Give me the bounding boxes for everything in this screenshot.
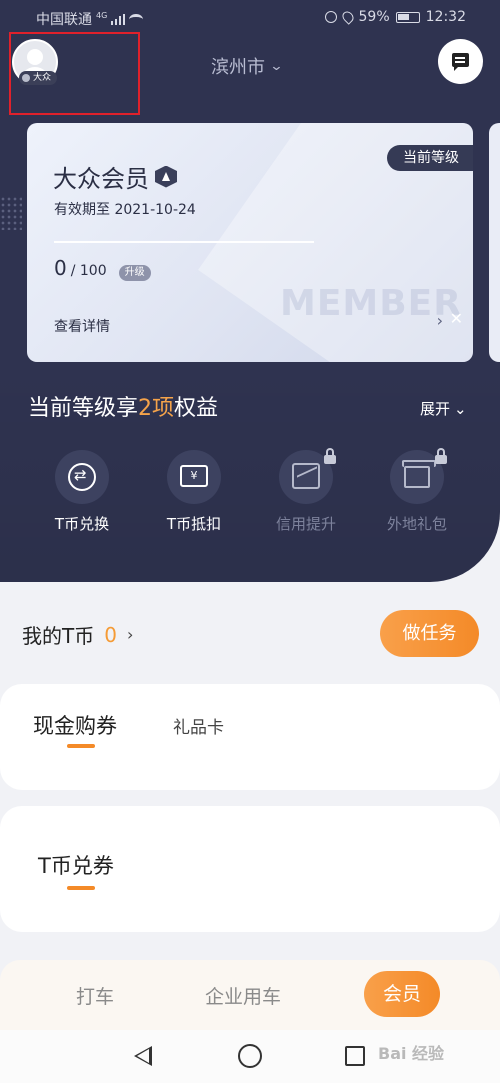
member-card[interactable]: 当前等级 大众会员 有效期至 2021-10-24 0 / 100 升级 MEM…: [27, 123, 473, 362]
exchange-icon: [68, 463, 96, 491]
tcoin-exchange-section: T币兑券: [0, 806, 500, 932]
benefit-icon-circle: [279, 448, 336, 504]
benefit-tcoin-deduct[interactable]: ¥ T币抵扣: [139, 450, 249, 534]
close-icon: ✕: [449, 309, 463, 328]
chevron-down-icon: ⌄: [454, 399, 467, 418]
nav-item-taxi[interactable]: 打车: [76, 982, 114, 1009]
benefit-travel-gift[interactable]: 外地礼包: [362, 448, 472, 534]
location-icon: [339, 9, 356, 25]
recent-apps-icon[interactable]: [345, 1046, 365, 1066]
points-current: 0: [54, 256, 67, 280]
battery-percent: 59%: [358, 9, 390, 25]
active-tab-indicator: [67, 744, 95, 748]
section-title: T币兑券: [38, 854, 114, 878]
decorative-dots: [0, 196, 22, 230]
benefit-icon-circle: [390, 448, 447, 504]
do-task-button[interactable]: 做任务: [380, 610, 479, 657]
tab-gift-card[interactable]: 礼品卡: [173, 713, 224, 738]
card-watermark: MEMBER: [280, 283, 462, 324]
benefit-icon-circle: ¥: [167, 450, 221, 504]
status-bar: 中国联通 4G 59% 12:32: [0, 0, 500, 34]
tcoin-amount: 0: [104, 622, 117, 647]
nav-item-enterprise[interactable]: 企业用车: [205, 982, 281, 1009]
tab-cash-coupon[interactable]: 现金购券: [33, 710, 117, 740]
benefits-heading-prefix: 当前等级享: [28, 396, 139, 421]
level-icon: [155, 165, 177, 188]
benefit-credit-upgrade[interactable]: 信用提升: [251, 448, 361, 534]
lock-icon: [323, 448, 337, 464]
benefit-icon-circle: [55, 450, 109, 504]
message-icon: [452, 53, 469, 71]
battery-icon: [395, 11, 420, 23]
ticket-icon: ¥: [180, 465, 208, 487]
points-display: 0 / 100 升级: [54, 256, 151, 281]
coupon-tabs-section: 现金购券 礼品卡: [0, 684, 500, 790]
chevron-down-icon: ⌄: [269, 58, 284, 74]
chevron-right-icon: ›: [126, 625, 134, 644]
benefits-list: T币兑换 ¥ T币抵扣 信用提升 外地礼包: [0, 448, 500, 540]
clock-time: 12:32: [425, 9, 466, 25]
points-total: / 100: [70, 263, 107, 279]
benefit-label: 外地礼包: [386, 515, 447, 533]
nav-item-member[interactable]: 会员: [364, 971, 440, 1017]
message-button[interactable]: [438, 39, 483, 84]
carrier-text: 中国联通: [36, 12, 92, 28]
avatar-level-tag: 大众: [19, 71, 58, 85]
expand-label: 展开: [420, 400, 451, 418]
signal-icon: [111, 13, 126, 25]
current-level-badge: 当前等级: [387, 145, 473, 171]
view-details-link[interactable]: 查看详情: [54, 316, 110, 336]
wifi-icon: [129, 13, 144, 25]
upgrade-badge[interactable]: 升级: [118, 265, 151, 281]
level-progress-bar: [54, 241, 314, 243]
benefits-heading-suffix: 权益: [174, 396, 219, 421]
lock-icon: [434, 448, 448, 464]
expand-benefits-button[interactable]: 展开 ⌄: [420, 398, 467, 419]
benefit-label: T币兑换: [54, 515, 110, 533]
chart-icon: [292, 463, 320, 489]
alarm-icon: [324, 11, 337, 23]
benefit-label: 信用提升: [275, 515, 336, 533]
baidu-watermark: Bai 经验: [378, 1044, 445, 1063]
avatar-head-icon: [27, 49, 43, 65]
home-icon[interactable]: [238, 1044, 262, 1068]
network-type: 4G: [96, 10, 108, 20]
benefit-label: T币抵扣: [166, 515, 222, 533]
city-selector[interactable]: 滨州市 ⌄: [211, 53, 284, 79]
city-name: 滨州市: [211, 57, 265, 78]
my-tcoin-link[interactable]: 我的T币 0 ›: [22, 620, 133, 649]
next-card-peek[interactable]: [489, 123, 500, 362]
benefits-count: 2项: [138, 396, 175, 421]
member-level-title: 大众会员: [53, 159, 177, 194]
expiry-date: 有效期至 2021-10-24: [54, 202, 196, 218]
gift-icon: [402, 460, 436, 488]
tcoin-label: 我的T币: [22, 624, 95, 648]
title-underline: [67, 886, 95, 890]
back-icon[interactable]: [134, 1046, 152, 1066]
member-level-name: 大众会员: [53, 165, 149, 193]
benefits-heading: 当前等级享2项权益: [28, 390, 218, 422]
benefit-tcoin-exchange[interactable]: T币兑换: [27, 450, 137, 534]
chevron-right-icon: ›: [436, 311, 443, 330]
bottom-nav: 打车 企业用车 会员: [0, 960, 500, 1030]
